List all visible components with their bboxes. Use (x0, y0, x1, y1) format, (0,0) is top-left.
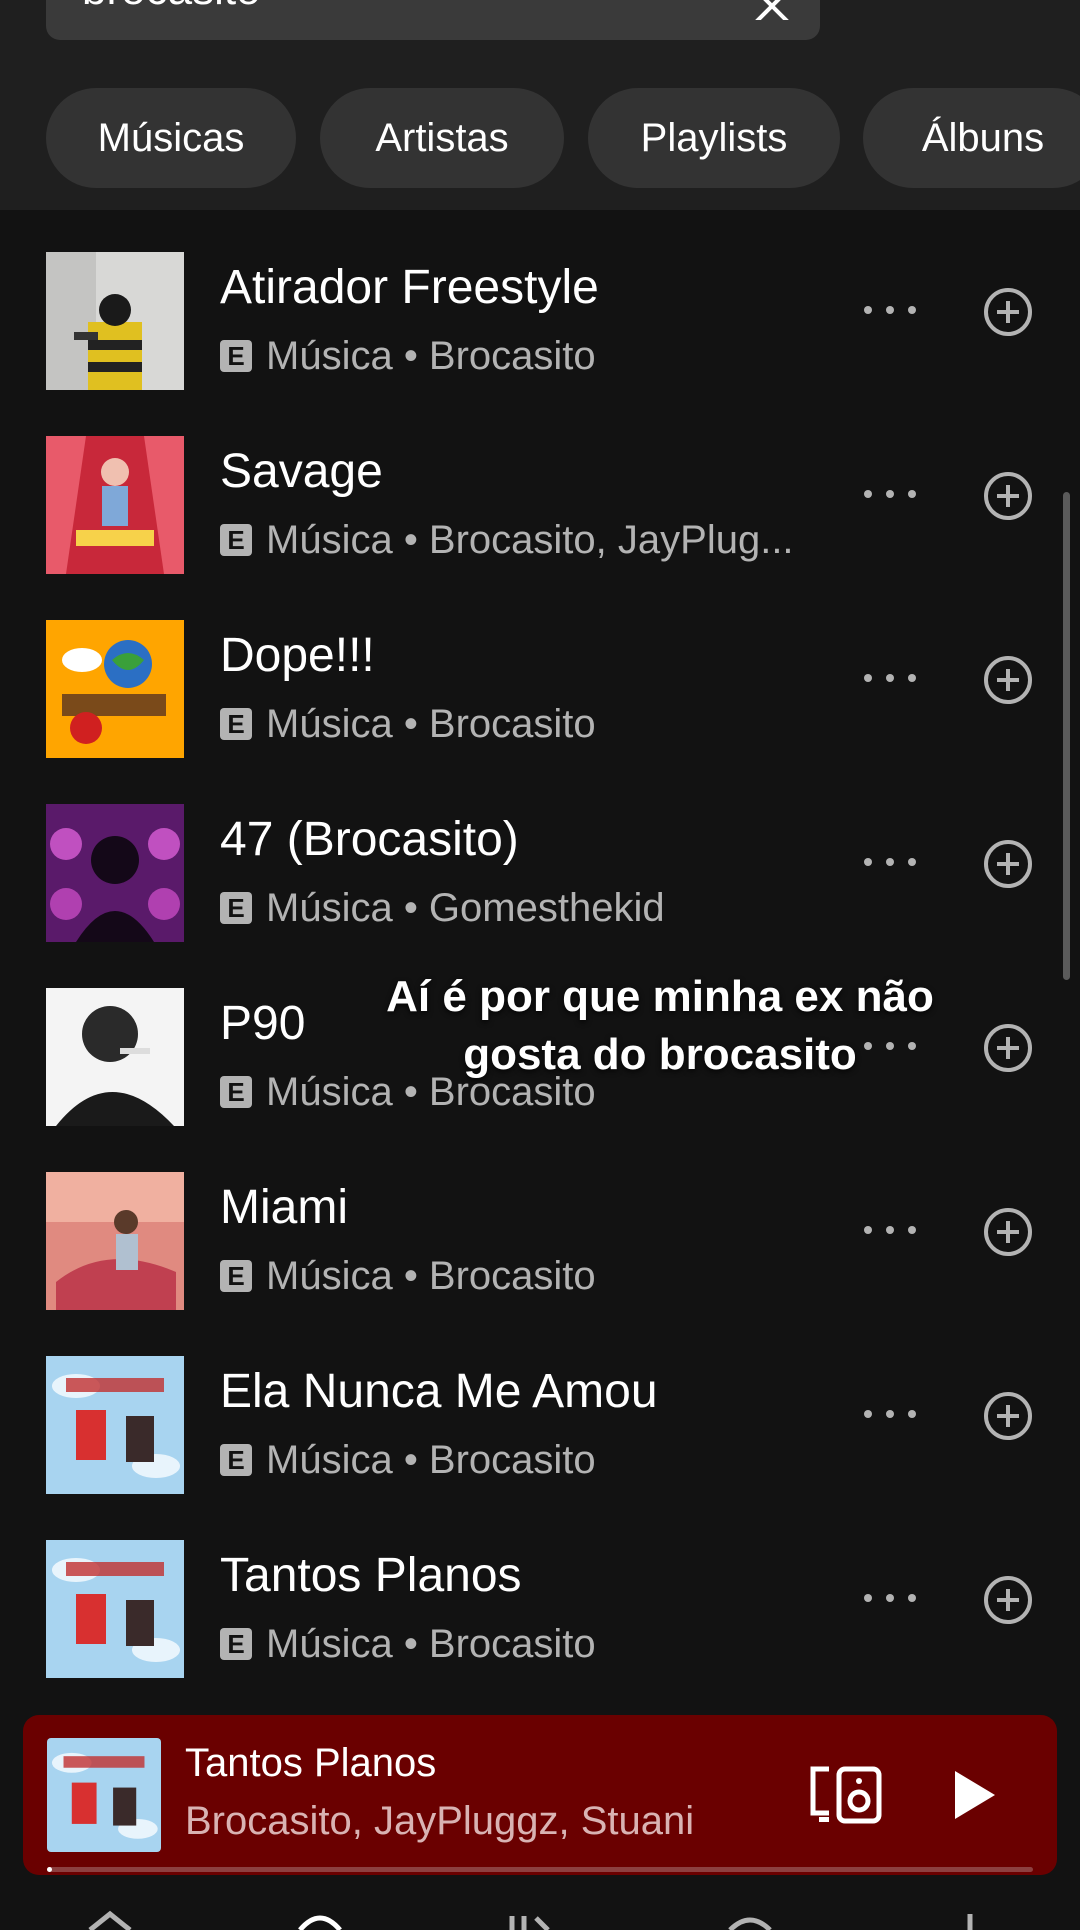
play-icon[interactable] (951, 1767, 999, 1823)
filter-chip-albuns[interactable]: Álbuns (863, 88, 1080, 188)
create-icon[interactable] (940, 1910, 1000, 1930)
bottom-navigation (0, 1892, 1080, 1930)
explicit-badge: E (220, 1444, 252, 1476)
result-row[interactable]: 47 (Brocasito) E Música • Gomesthekid (0, 782, 1080, 966)
track-subtitle: E Música • Brocasito (220, 702, 596, 747)
more-options-icon[interactable] (862, 484, 918, 504)
explicit-badge: E (220, 1076, 252, 1108)
cover-art (46, 252, 184, 390)
now-playing-bar[interactable]: Tantos Planos Brocasito, JayPluggz, Stua… (23, 1715, 1057, 1875)
track-subtitle: E Música • Brocasito, JayPlug... (220, 518, 794, 563)
explicit-badge: E (220, 340, 252, 372)
add-to-playlist-icon[interactable] (982, 1390, 1034, 1442)
explicit-badge: E (220, 524, 252, 556)
search-input[interactable]: brocasito (46, 0, 820, 40)
result-row[interactable]: Savage E Música • Brocasito, JayPlug... (0, 414, 1080, 598)
add-to-playlist-icon[interactable] (982, 654, 1034, 706)
track-title: Tantos Planos (220, 1549, 522, 1602)
track-subtitle: E Música • Brocasito (220, 1438, 596, 1483)
search-value: brocasito (82, 0, 261, 40)
cover-art (46, 1356, 184, 1494)
cover-art (46, 804, 184, 942)
track-title: 47 (Brocasito) (220, 813, 519, 866)
track-title: Atirador Freestyle (220, 261, 599, 314)
home-icon[interactable] (80, 1910, 140, 1930)
now-playing-title: Tantos Planos (185, 1741, 437, 1785)
track-title: P90 (220, 997, 306, 1050)
search-header: brocasito Cancelar Músicas Artistas Play… (0, 0, 1080, 210)
filter-chip-musicas[interactable]: Músicas (46, 88, 296, 188)
track-title: Dope!!! (220, 629, 375, 682)
more-options-icon[interactable] (862, 1404, 918, 1424)
result-row[interactable]: Ela Nunca Me Amou E Música • Brocasito (0, 1334, 1080, 1518)
more-options-icon[interactable] (862, 668, 918, 688)
track-title: Miami (220, 1181, 348, 1234)
overlay-caption: Aí é por que minha ex não gosta do broca… (386, 972, 934, 1079)
playback-progress[interactable] (47, 1867, 1033, 1872)
playback-progress-fill (47, 1867, 52, 1872)
cover-art (46, 1172, 184, 1310)
explicit-badge: E (220, 892, 252, 924)
search-icon[interactable] (290, 1910, 350, 1930)
add-to-playlist-icon[interactable] (982, 470, 1034, 522)
track-title: Ela Nunca Me Amou (220, 1365, 658, 1418)
more-options-icon[interactable] (862, 1588, 918, 1608)
result-row[interactable]: Tantos Planos E Música • Brocasito (0, 1518, 1080, 1702)
explicit-badge: E (220, 1260, 252, 1292)
more-options-icon[interactable] (862, 1220, 918, 1240)
add-to-playlist-icon[interactable] (982, 1206, 1034, 1258)
more-options-icon[interactable] (862, 852, 918, 872)
now-playing-artist: Brocasito, JayPluggz, Stuani (185, 1799, 695, 1843)
clear-icon[interactable] (742, 0, 802, 20)
cancel-button[interactable]: Cancelar (862, 0, 1022, 40)
cover-art (46, 436, 184, 574)
scrollbar[interactable] (1063, 492, 1070, 980)
track-subtitle: E Música • Gomesthekid (220, 886, 665, 931)
track-subtitle: E Música • Brocasito (220, 1254, 596, 1299)
explicit-badge: E (220, 1628, 252, 1660)
cover-art (46, 620, 184, 758)
add-to-playlist-icon[interactable] (982, 838, 1034, 890)
explicit-badge: E (220, 708, 252, 740)
add-to-playlist-icon[interactable] (982, 1574, 1034, 1626)
result-row[interactable]: Miami E Música • Brocasito (0, 1150, 1080, 1334)
connect-device-icon[interactable] (809, 1765, 883, 1825)
cover-art (46, 1540, 184, 1678)
filter-chip-playlists[interactable]: Playlists (588, 88, 840, 188)
filter-chip-artistas[interactable]: Artistas (320, 88, 564, 188)
result-row[interactable]: Dope!!! E Música • Brocasito (0, 598, 1080, 782)
track-subtitle: E Música • Brocasito (220, 334, 596, 379)
now-playing-cover (47, 1738, 161, 1852)
library-icon[interactable] (500, 1910, 560, 1930)
more-options-icon[interactable] (862, 300, 918, 320)
result-row[interactable]: Atirador Freestyle E Música • Brocasito (0, 230, 1080, 414)
track-subtitle: E Música • Brocasito (220, 1622, 596, 1667)
add-to-playlist-icon[interactable] (982, 286, 1034, 338)
premium-icon[interactable] (720, 1910, 780, 1930)
add-to-playlist-icon[interactable] (982, 1022, 1034, 1074)
cover-art (46, 988, 184, 1126)
track-title: Savage (220, 445, 383, 498)
